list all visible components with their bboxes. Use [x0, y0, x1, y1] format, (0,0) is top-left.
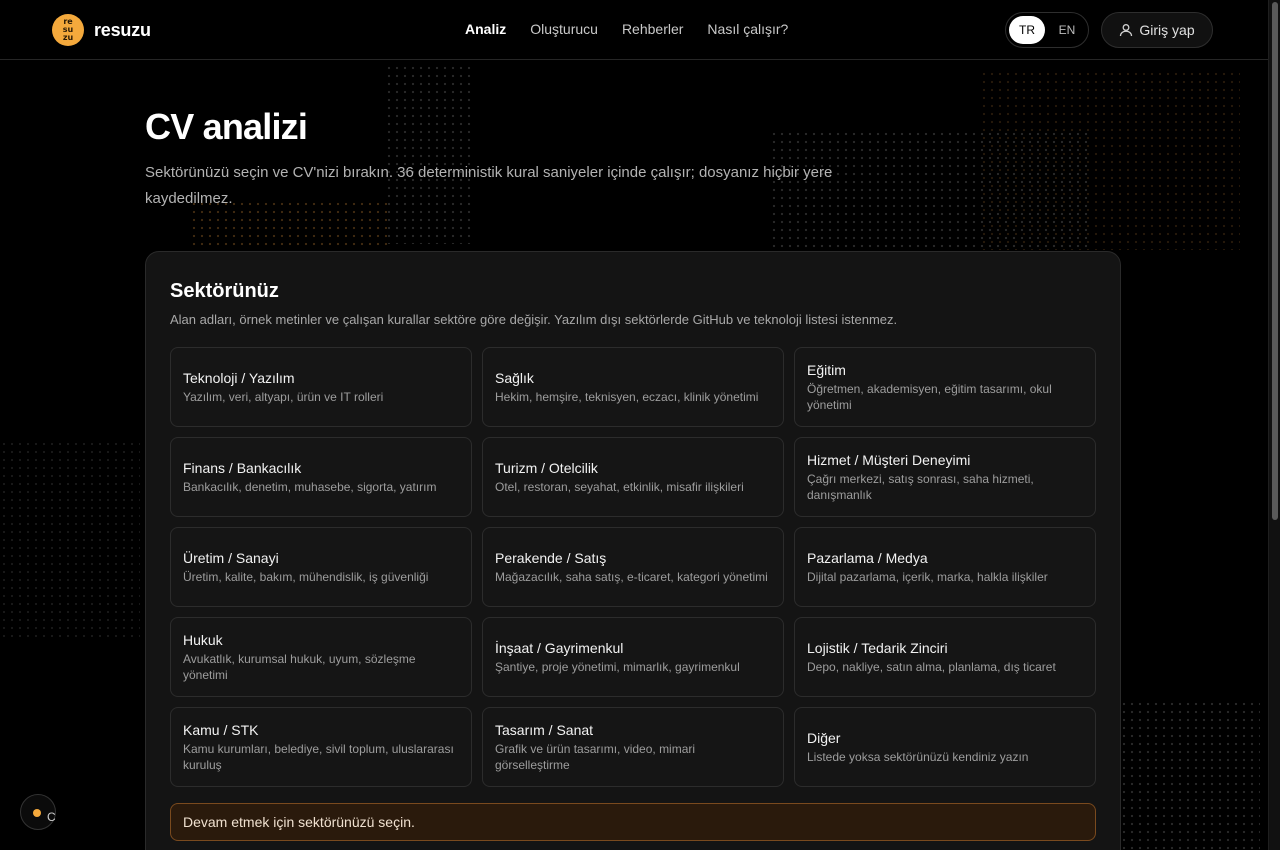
brand-name: resuzu — [94, 19, 151, 40]
background-dots — [0, 440, 140, 640]
sector-option-title: Üretim / Sanayi — [183, 549, 279, 566]
floating-button-label: C — [47, 810, 56, 824]
sector-option-title: Lojistik / Tedarik Zinciri — [807, 639, 948, 656]
language-switch: TR EN — [1005, 12, 1089, 48]
sector-option-desc: Avukatlık, kurumsal hukuk, uyum, sözleşm… — [183, 651, 416, 682]
background-dots — [980, 70, 1240, 250]
sector-option-title: Hukuk — [183, 631, 223, 648]
sector-option-title: Perakende / Satış — [495, 549, 607, 566]
floating-assistant-button[interactable]: C — [20, 794, 56, 830]
sector-option-desc: Grafik ve ürün tasarımı, video, mimari g… — [495, 741, 696, 772]
sector-option-desc: Dijital pazarlama, içerik, marka, halkla… — [807, 569, 1048, 584]
nav-item-nasil-calisir[interactable]: Nasıl çalışır? — [707, 21, 788, 37]
scrollbar-thumb[interactable] — [1272, 2, 1278, 520]
nav-item-olusturucu[interactable]: Oluşturucu — [530, 21, 598, 37]
logo-mark-icon: re su zu — [52, 14, 84, 46]
sector-option-egitim[interactable]: Eğitim Öğretmen, akademisyen, eğitim tas… — [794, 347, 1096, 427]
sector-option-desc: Hekim, hemşire, teknisyen, eczacı, klini… — [495, 389, 759, 404]
sector-option-title: Sağlık — [495, 369, 534, 386]
sector-description: Alan adları, örnek metinler ve çalışan k… — [170, 312, 898, 327]
login-button[interactable]: Giriş yap — [1101, 12, 1213, 48]
page-lead: Sektörünüzü seçin ve CV'nizi bırakın. 36… — [145, 164, 833, 207]
sector-option-title: Diğer — [807, 729, 841, 746]
sector-option-title: Pazarlama / Medya — [807, 549, 928, 566]
user-icon — [1120, 24, 1133, 37]
sector-option-finans[interactable]: Finans / Bankacılık Bankacılık, denetim,… — [170, 437, 472, 517]
sector-option-teknoloji[interactable]: Teknoloji / Yazılım Yazılım, veri, altya… — [170, 347, 472, 427]
sector-option-diger[interactable]: Diğer Listede yoksa sektörünüzü kendiniz… — [794, 707, 1096, 787]
background-dots — [1120, 700, 1260, 850]
lang-tr-button[interactable]: TR — [1009, 16, 1045, 44]
status-dot-icon — [33, 809, 41, 817]
page-title: CV analizi — [145, 106, 308, 147]
sector-option-desc: Üretim, kalite, bakım, mühendislik, iş g… — [183, 569, 429, 584]
select-sector-warning: Devam etmek için sektörünüzü seçin. — [170, 803, 1096, 841]
login-label: Giriş yap — [1139, 22, 1195, 38]
sector-option-desc: Depo, nakliye, satın alma, planlama, dış… — [807, 659, 1056, 674]
sector-heading: Sektörünüz — [170, 280, 279, 302]
sector-panel: Sektörünüz Alan adları, örnek metinler v… — [145, 251, 1121, 850]
sector-option-uretim[interactable]: Üretim / Sanayi Üretim, kalite, bakım, m… — [170, 527, 472, 607]
sector-option-hukuk[interactable]: Hukuk Avukatlık, kurumsal hukuk, uyum, s… — [170, 617, 472, 697]
sector-option-desc: Mağazacılık, saha satış, e-ticaret, kate… — [495, 569, 768, 584]
nav-item-rehberler[interactable]: Rehberler — [622, 21, 683, 37]
sector-option-desc: Öğretmen, akademisyen, eğitim tasarımı, … — [807, 381, 1052, 412]
sector-option-saglik[interactable]: Sağlık Hekim, hemşire, teknisyen, eczacı… — [482, 347, 784, 427]
sector-option-title: Kamu / STK — [183, 721, 259, 738]
sector-option-tasarim[interactable]: Tasarım / Sanat Grafik ve ürün tasarımı,… — [482, 707, 784, 787]
sector-option-insaat[interactable]: İnşaat / Gayrimenkul Şantiye, proje yöne… — [482, 617, 784, 697]
sector-option-desc: Yazılım, veri, altyapı, ürün ve IT rolle… — [183, 389, 384, 404]
sector-option-kamu[interactable]: Kamu / STK Kamu kurumları, belediye, siv… — [170, 707, 472, 787]
nav-item-analiz[interactable]: Analiz — [465, 21, 506, 37]
sector-option-title: Turizm / Otelcilik — [495, 459, 598, 476]
sector-option-title: Tasarım / Sanat — [495, 721, 594, 738]
background-dots — [385, 64, 475, 244]
sector-option-title: Hizmet / Müşteri Deneyimi — [807, 451, 971, 468]
sector-option-desc: Kamu kurumları, belediye, sivil toplum, … — [183, 741, 454, 772]
sector-grid: Teknoloji / Yazılım Yazılım, veri, altya… — [170, 347, 1096, 787]
lang-en-button[interactable]: EN — [1049, 16, 1085, 44]
sector-option-desc: Şantiye, proje yönetimi, mimarlık, gayri… — [495, 659, 740, 674]
main-nav: Analiz Oluşturucu Rehberler Nasıl çalışı… — [465, 21, 788, 37]
sector-option-lojistik[interactable]: Lojistik / Tedarik Zinciri Depo, nakliye… — [794, 617, 1096, 697]
top-bar: re su zu resuzu Analiz Oluşturucu Rehber… — [0, 0, 1268, 60]
sector-option-perakende[interactable]: Perakende / Satış Mağazacılık, saha satı… — [482, 527, 784, 607]
sector-option-desc: Listede yoksa sektörünüzü kendiniz yazın — [807, 749, 1029, 764]
brand-logo[interactable]: re su zu resuzu — [52, 14, 151, 46]
sector-option-desc: Otel, restoran, seyahat, etkinlik, misaf… — [495, 479, 744, 494]
sector-option-pazarlama[interactable]: Pazarlama / Medya Dijital pazarlama, içe… — [794, 527, 1096, 607]
sector-option-desc: Çağrı merkezi, satış sonrası, saha hizme… — [807, 471, 1034, 502]
logo-mark-line: zu — [62, 33, 74, 42]
page-scrollbar[interactable] — [1268, 0, 1280, 850]
sector-option-title: Teknoloji / Yazılım — [183, 369, 295, 386]
sector-option-hizmet[interactable]: Hizmet / Müşteri Deneyimi Çağrı merkezi,… — [794, 437, 1096, 517]
sector-option-title: Finans / Bankacılık — [183, 459, 302, 476]
sector-option-desc: Bankacılık, denetim, muhasebe, sigorta, … — [183, 479, 437, 494]
sector-option-title: Eğitim — [807, 361, 846, 378]
sector-option-title: İnşaat / Gayrimenkul — [495, 639, 624, 656]
sector-option-turizm[interactable]: Turizm / Otelcilik Otel, restoran, seyah… — [482, 437, 784, 517]
